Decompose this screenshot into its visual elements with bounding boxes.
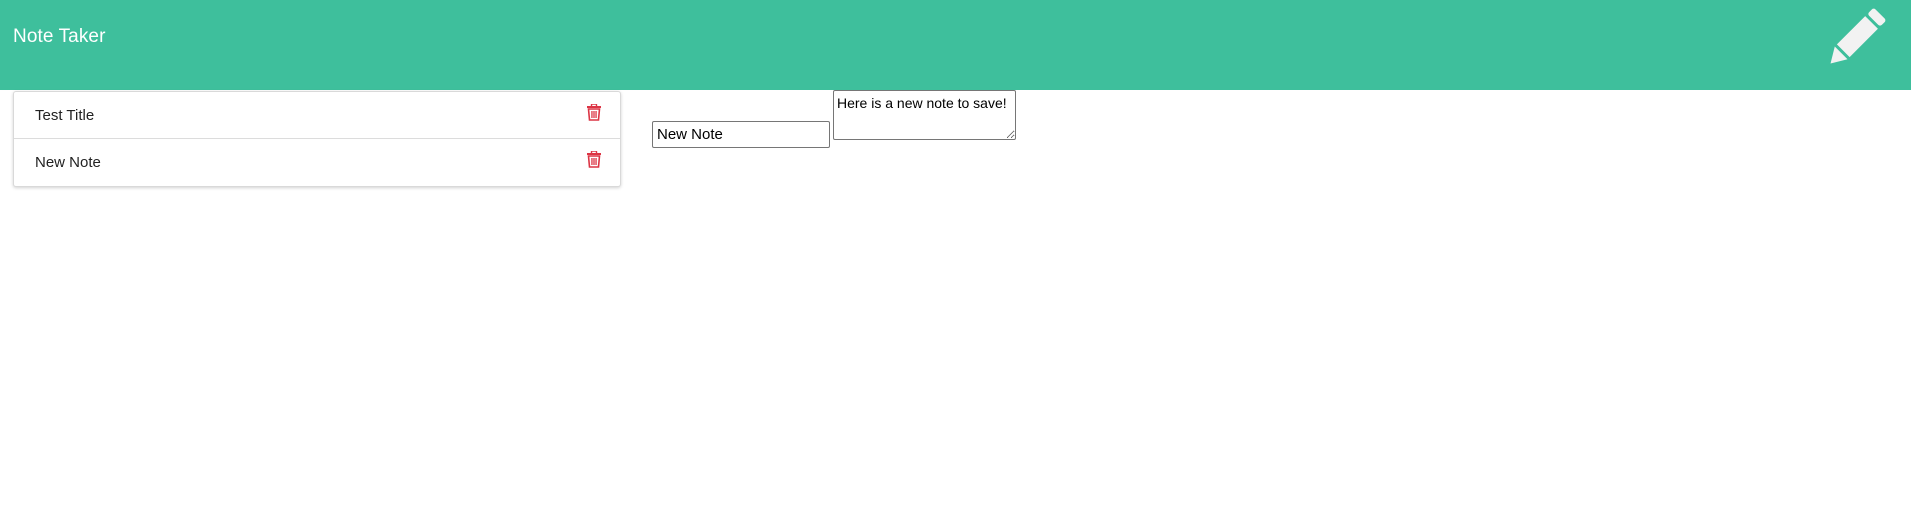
note-title[interactable]: Test Title: [35, 106, 94, 126]
note-text-area[interactable]: Here is a new note to save!: [833, 90, 1016, 140]
navbar: Note Taker: [0, 0, 1911, 90]
pencil-icon[interactable]: [1821, 6, 1891, 71]
note-title[interactable]: New Note: [35, 153, 101, 173]
notes-list: Test Title New Note: [13, 91, 621, 187]
trash-icon[interactable]: [587, 151, 601, 168]
brand-title[interactable]: Note Taker: [13, 25, 106, 49]
list-item[interactable]: Test Title: [14, 92, 620, 139]
trash-icon[interactable]: [587, 104, 601, 121]
note-title-input[interactable]: [652, 121, 830, 148]
list-item[interactable]: New Note: [14, 139, 620, 186]
